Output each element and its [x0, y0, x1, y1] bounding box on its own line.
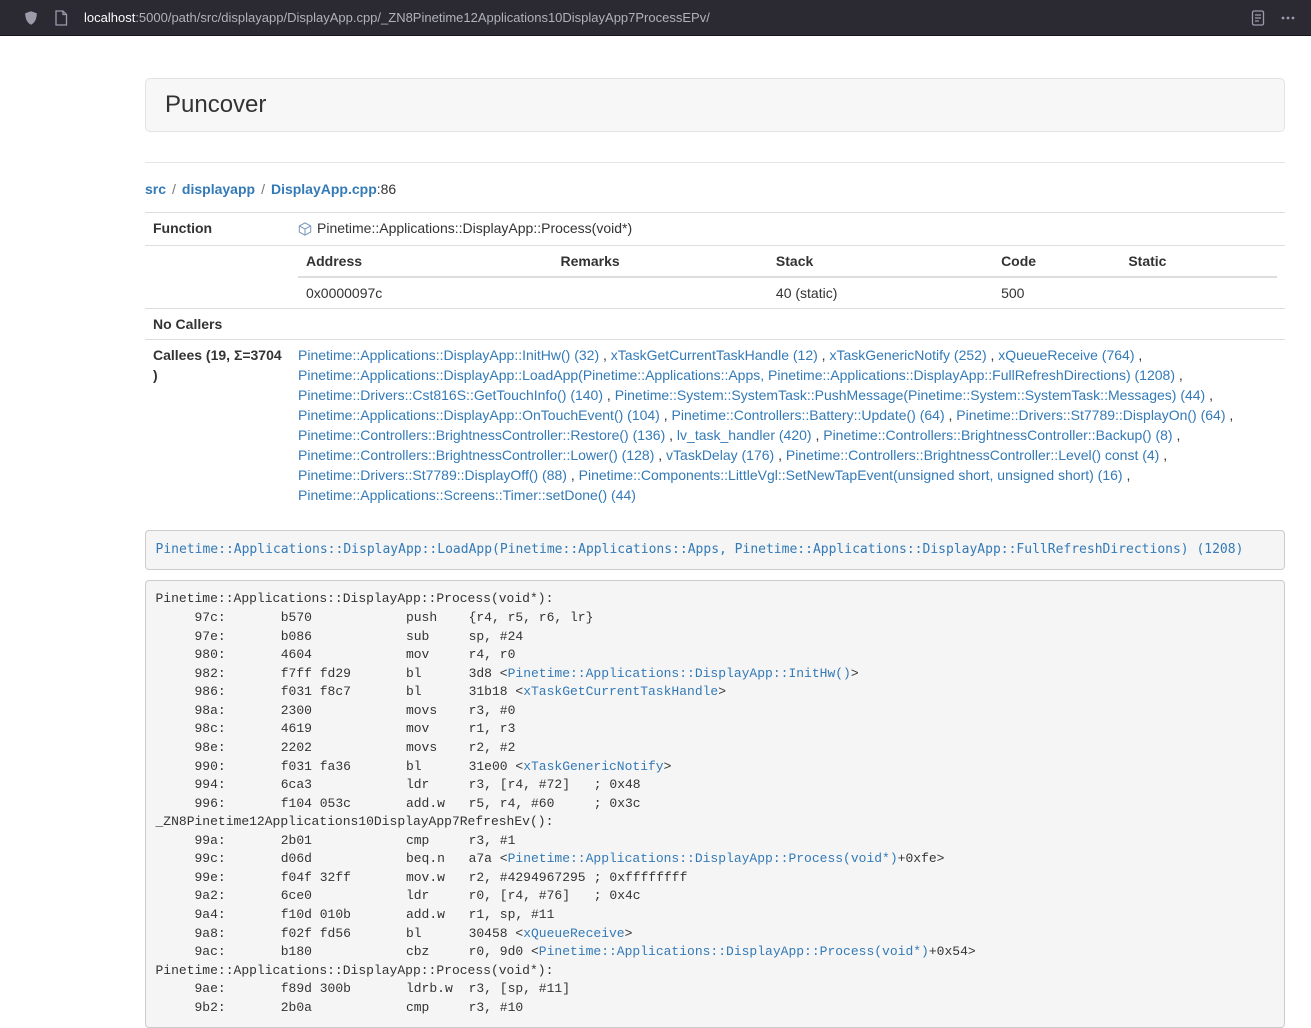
more-options-icon[interactable]	[1279, 9, 1297, 27]
callee-link[interactable]: xTaskGetCurrentTaskHandle (12)	[611, 347, 818, 363]
callees-row: Callees (19, Σ=3704 ) Pinetime::Applicat…	[145, 340, 1285, 511]
breadcrumb-line-number: :86	[377, 181, 396, 197]
callee-link[interactable]: Pinetime::Applications::DisplayApp::Load…	[298, 367, 1175, 383]
callee-link[interactable]: Pinetime::Applications::DisplayApp::Init…	[298, 347, 599, 363]
callee-separator: ,	[567, 467, 579, 483]
callee-link[interactable]: Pinetime::Controllers::BrightnessControl…	[298, 447, 654, 463]
callee-separator: ,	[1173, 427, 1181, 443]
url-host: localhost	[84, 10, 135, 25]
function-table: Function Pinetime::Applications::Display…	[145, 212, 1285, 510]
app-header-panel: Puncover	[145, 78, 1285, 132]
url-path: :5000/path/src/displayapp/DisplayApp.cpp…	[135, 10, 710, 25]
disassembly-symbol-link[interactable]: Pinetime::Applications::DisplayApp::Init…	[508, 666, 851, 681]
callee-separator: ,	[1123, 467, 1131, 483]
callee-link[interactable]: lv_task_handler (420)	[677, 427, 812, 443]
breadcrumb: src / displayapp / DisplayApp.cpp:86	[145, 179, 1285, 199]
highlighted-callee-box: Pinetime::Applications::DisplayApp::Load…	[145, 530, 1285, 570]
disassembly-symbol-link[interactable]: Pinetime::Applications::DisplayApp::Proc…	[508, 851, 898, 866]
no-callers-label: No Callers	[145, 309, 290, 340]
column-header-code: Code	[993, 246, 1120, 277]
callee-separator: ,	[603, 387, 615, 403]
callee-link[interactable]: Pinetime::Applications::Screens::Timer::…	[298, 487, 636, 503]
disassembly-symbol-link[interactable]: Pinetime::Applications::DisplayApp::Proc…	[539, 944, 929, 959]
callee-separator: ,	[945, 407, 957, 423]
callee-separator: ,	[1205, 387, 1213, 403]
no-callers-row: No Callers	[145, 309, 1285, 340]
stats-table: Address Remarks Stack Code Static 0x0000…	[298, 246, 1277, 308]
callee-link[interactable]: Pinetime::Components::LittleVgl::SetNewT…	[579, 467, 1123, 483]
disassembly-symbol-link[interactable]: xTaskGenericNotify	[523, 759, 663, 774]
callee-separator: ,	[1159, 447, 1167, 463]
page-info-icon[interactable]	[52, 9, 70, 27]
disassembly-block: Pinetime::Applications::DisplayApp::Proc…	[145, 580, 1285, 1028]
callee-separator: ,	[1134, 347, 1142, 363]
loadapp-symbol-link[interactable]: Pinetime::Applications::DisplayApp::Load…	[156, 542, 1244, 557]
breadcrumb-separator: /	[172, 181, 176, 197]
callee-link[interactable]: Pinetime::Drivers::Cst816S::GetTouchInfo…	[298, 387, 603, 403]
callee-link[interactable]: Pinetime::Drivers::St7789::DisplayOff() …	[298, 467, 567, 483]
column-header-address: Address	[298, 246, 553, 277]
callee-link[interactable]: Pinetime::Controllers::BrightnessControl…	[786, 447, 1159, 463]
callee-link[interactable]: xTaskGenericNotify (252)	[829, 347, 986, 363]
cube-icon	[298, 222, 312, 236]
callee-separator: ,	[818, 347, 830, 363]
callee-separator: ,	[654, 447, 666, 463]
callee-link[interactable]: Pinetime::Controllers::Battery::Update()…	[672, 407, 945, 423]
callee-link[interactable]: Pinetime::Drivers::St7789::DisplayOn() (…	[956, 407, 1225, 423]
callee-separator: ,	[660, 407, 672, 423]
browser-chrome: localhost:5000/path/src/displayapp/Displ…	[0, 0, 1311, 36]
column-header-stack: Stack	[768, 246, 993, 277]
callee-link[interactable]: Pinetime::Controllers::BrightnessControl…	[298, 427, 665, 443]
page-title: Puncover	[165, 92, 1265, 118]
callee-separator: ,	[599, 347, 611, 363]
callee-link[interactable]: Pinetime::Controllers::BrightnessControl…	[823, 427, 1172, 443]
url-bar[interactable]: localhost:5000/path/src/displayapp/Displ…	[84, 10, 1237, 25]
callee-separator: ,	[1175, 367, 1183, 383]
stats-header-row: Address Remarks Stack Code Static	[298, 246, 1277, 277]
stats-row-spacer	[145, 246, 290, 309]
column-header-remarks: Remarks	[553, 246, 768, 277]
function-name: Pinetime::Applications::DisplayApp::Proc…	[317, 218, 632, 238]
page-content: Puncover src / displayapp / DisplayApp.cpp:8…	[145, 36, 1285, 1028]
static-value	[1120, 277, 1277, 308]
disassembly-symbol-link[interactable]: xQueueReceive	[523, 926, 624, 941]
stats-value-row: 0x0000097c 40 (static) 500	[298, 277, 1277, 308]
callees-cell: Pinetime::Applications::DisplayApp::Init…	[290, 340, 1285, 511]
function-label: Function	[145, 213, 290, 246]
address-value: 0x0000097c	[298, 277, 553, 308]
callee-link[interactable]: xQueueReceive (764)	[998, 347, 1134, 363]
remarks-value	[553, 277, 768, 308]
callee-separator: ,	[665, 427, 677, 443]
breadcrumb-link-src[interactable]: src	[145, 181, 166, 197]
callee-separator: ,	[774, 447, 786, 463]
stats-cell: Address Remarks Stack Code Static 0x0000…	[290, 246, 1285, 309]
shield-icon[interactable]	[22, 9, 40, 27]
reader-mode-icon[interactable]	[1249, 9, 1267, 27]
disassembly-symbol-link[interactable]: xTaskGetCurrentTaskHandle	[523, 684, 718, 699]
breadcrumb-separator: /	[261, 181, 265, 197]
code-value: 500	[993, 277, 1120, 308]
callee-separator: ,	[812, 427, 824, 443]
callee-link[interactable]: Pinetime::System::SystemTask::PushMessag…	[615, 387, 1206, 403]
stats-row: Address Remarks Stack Code Static 0x0000…	[145, 246, 1285, 309]
callee-separator: ,	[1226, 407, 1234, 423]
callee-link[interactable]: Pinetime::Applications::DisplayApp::OnTo…	[298, 407, 660, 423]
callees-label: Callees (19, Σ=3704 )	[145, 340, 290, 511]
disassembly-code: Pinetime::Applications::DisplayApp::Proc…	[156, 591, 976, 1014]
stack-value: 40 (static)	[768, 277, 993, 308]
no-callers-cell	[290, 309, 1285, 340]
divider	[145, 162, 1285, 163]
breadcrumb-link-displayapp[interactable]: displayapp	[182, 181, 255, 197]
callee-link[interactable]: vTaskDelay (176)	[666, 447, 774, 463]
function-name-cell: Pinetime::Applications::DisplayApp::Proc…	[290, 213, 1285, 246]
breadcrumb-link-file[interactable]: DisplayApp.cpp	[271, 181, 377, 197]
function-row: Function Pinetime::Applications::Display…	[145, 213, 1285, 246]
callee-separator: ,	[987, 347, 999, 363]
column-header-static: Static	[1120, 246, 1277, 277]
